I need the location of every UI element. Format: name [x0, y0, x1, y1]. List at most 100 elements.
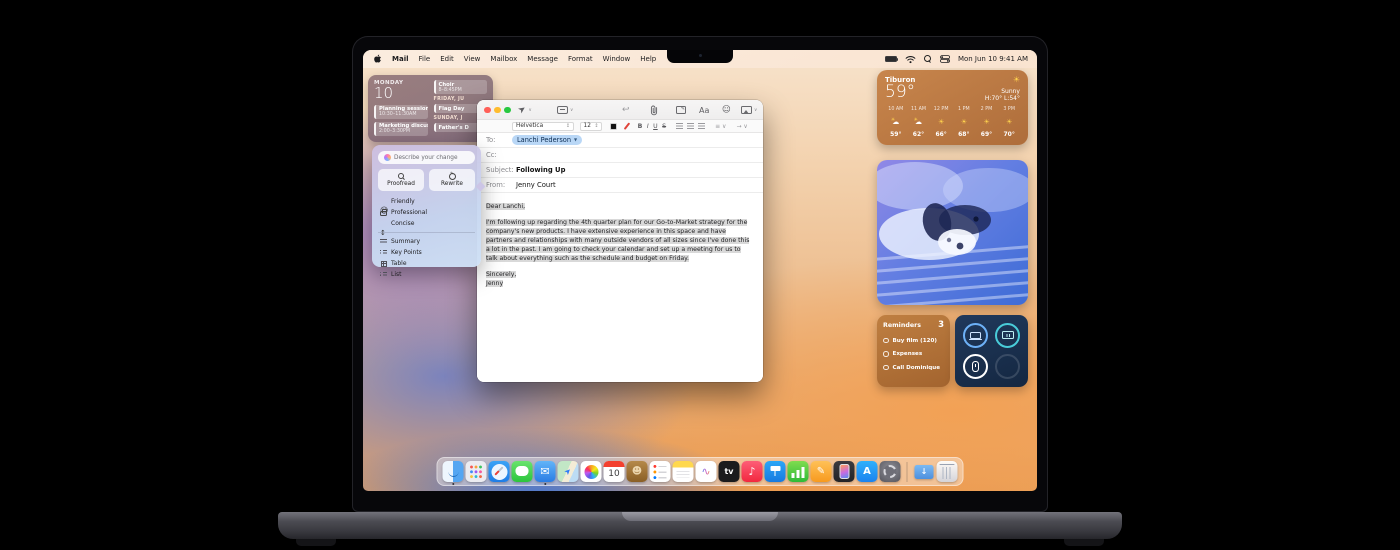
align-center-icon[interactable]	[687, 123, 695, 129]
proofread-button[interactable]: Proofread	[378, 169, 424, 191]
dock-icon-app-store[interactable]: A	[856, 461, 878, 482]
dock-icon-photos[interactable]	[580, 461, 602, 482]
b-style-button[interactable]: B	[638, 123, 643, 130]
emoji-button[interactable]: ☺	[722, 104, 731, 116]
dock-icon-music[interactable]	[741, 461, 763, 482]
writing-tool-professional[interactable]: Professional	[378, 207, 475, 218]
sunny-icon: ☀	[1012, 75, 1020, 84]
header-fields-button[interactable]: ∨	[557, 104, 573, 116]
rewrite-button[interactable]: Rewrite	[429, 169, 475, 191]
dock-icon-trash[interactable]	[936, 461, 958, 482]
reminder-checkbox-icon[interactable]	[883, 351, 889, 357]
dock-icon-notes[interactable]	[672, 461, 694, 482]
subject-field[interactable]: Subject: Following Up	[477, 163, 763, 178]
recipient-token[interactable]: Lanchi Pederson ▼	[512, 134, 583, 146]
search-icon[interactable]	[923, 55, 932, 63]
font-family-select[interactable]: Helvetica ↕	[512, 121, 574, 131]
minimize-button[interactable]	[494, 106, 501, 113]
dock-icon-numbers[interactable]	[787, 461, 809, 482]
indent-button[interactable]: → ∨	[736, 123, 747, 130]
menu-message[interactable]: Message	[527, 55, 558, 63]
writing-tool-concise[interactable]: Concise	[378, 218, 475, 229]
dock-icon-freeform[interactable]	[695, 461, 717, 482]
writing-tool-table[interactable]: Table	[378, 258, 475, 269]
menu-mail[interactable]: Mail	[392, 55, 409, 63]
briefcase-icon	[380, 209, 387, 216]
close-button[interactable]	[484, 106, 491, 113]
menu-format[interactable]: Format	[568, 55, 593, 63]
to-field[interactable]: To: Lanchi Pederson ▼	[477, 133, 763, 148]
menu-clock[interactable]: Mon Jun 10 9:41 AM	[958, 55, 1028, 63]
dock-icon-maps[interactable]	[557, 461, 579, 482]
photo-browser-button[interactable]: ∨	[741, 104, 757, 116]
menu-view[interactable]: View	[464, 55, 481, 63]
cc-field[interactable]: Cc:	[477, 148, 763, 163]
zoom-button[interactable]	[504, 106, 511, 113]
text-color-well[interactable]	[610, 122, 617, 130]
menu-edit[interactable]: Edit	[440, 55, 454, 63]
align-left-icon[interactable]	[676, 123, 684, 129]
font-size-select[interactable]: 12 ↕	[580, 121, 602, 131]
describe-change-placeholder: Describe your change	[394, 154, 458, 161]
menu-window[interactable]: Window	[603, 55, 631, 63]
send-button[interactable]: ➤ ∨	[517, 103, 532, 116]
dock-icon-safari[interactable]	[488, 461, 510, 482]
dock-icon-finder[interactable]	[442, 461, 464, 486]
dock-icon-settings[interactable]	[879, 461, 901, 482]
hourly-forecast-column: 1 PM 68°	[953, 107, 975, 138]
dock-icon-messages[interactable]	[511, 461, 533, 482]
device-battery-ring[interactable]	[995, 354, 1020, 380]
writing-tool-summary[interactable]: Summary	[378, 236, 475, 247]
header-fields-icon	[557, 106, 568, 114]
message-body[interactable]: Dear Lanchi, I'm following up regarding …	[477, 196, 763, 382]
reminders-widget[interactable]: Reminders 3 Buy film (120) Expenses Call…	[877, 315, 950, 387]
writing-tool-key-points[interactable]: Key Points	[378, 247, 475, 258]
dock-icon-calendar[interactable]: 10	[603, 461, 625, 482]
reminder-checkbox-icon[interactable]	[883, 364, 889, 371]
calendar-widget[interactable]: MONDAY 10 Planning session 10:30–11:30AM…	[368, 75, 493, 142]
i-style-button[interactable]: I	[647, 123, 649, 130]
signature-button[interactable]	[676, 104, 686, 116]
dock-icon-iphone-mirroring[interactable]	[833, 461, 855, 482]
apple-logo-icon	[374, 54, 381, 63]
dock-icon-reminders[interactable]	[649, 461, 671, 482]
device-battery-ring[interactable]	[963, 322, 988, 348]
dock-icon-keynote[interactable]	[764, 461, 786, 482]
battery-icon[interactable]	[884, 56, 899, 62]
dock-icon-downloads[interactable]	[914, 461, 935, 482]
apple-menu[interactable]	[373, 54, 382, 64]
dock-icon-launchpad[interactable]	[465, 461, 487, 482]
dock-icon-pages[interactable]	[810, 461, 832, 482]
dock-icon-tv[interactable]: tv	[718, 461, 740, 482]
calendar-events: Planning session 10:30–11:30AM Marketing…	[374, 104, 428, 136]
option-label: Professional	[391, 209, 428, 216]
highlight-pen-icon[interactable]	[623, 122, 630, 130]
s-style-button[interactable]: S	[662, 123, 666, 130]
writing-tool-list[interactable]: List	[378, 269, 475, 280]
photos-widget[interactable]	[877, 160, 1028, 305]
reminder-checkbox-icon[interactable]	[883, 337, 889, 344]
menu-mailbox[interactable]: Mailbox	[490, 55, 517, 63]
list-style-button[interactable]: ≡ ∨	[715, 123, 726, 130]
laptop-icon	[969, 331, 982, 341]
from-field[interactable]: From: Jenny Court	[477, 178, 763, 193]
weather-widget[interactable]: Tiburon 59° ☀ Sunny H:70° L:54° 10 AM 59…	[877, 70, 1028, 145]
fonts-button[interactable]: Aa	[699, 104, 709, 116]
device-battery-ring[interactable]	[963, 354, 988, 380]
reply-button[interactable]: ↩	[622, 104, 630, 116]
wifi-icon[interactable]	[905, 55, 916, 64]
writing-tool-friendly[interactable]: Friendly	[378, 196, 475, 207]
reminder-label: Call Dominique	[892, 364, 941, 371]
batteries-widget[interactable]	[955, 315, 1028, 387]
menu-file[interactable]: File	[419, 55, 431, 63]
control-center-icon[interactable]	[939, 55, 950, 63]
device-battery-ring[interactable]	[995, 322, 1020, 348]
u-style-button[interactable]: U	[653, 123, 658, 130]
dock-icon-mail[interactable]	[534, 461, 556, 486]
attach-button[interactable]	[650, 104, 658, 116]
dock-icon-contacts[interactable]	[626, 461, 648, 482]
from-label: From:	[486, 181, 506, 189]
align-right-icon[interactable]	[698, 123, 706, 129]
describe-change-field[interactable]: Describe your change	[378, 151, 475, 164]
menu-help[interactable]: Help	[640, 55, 656, 63]
